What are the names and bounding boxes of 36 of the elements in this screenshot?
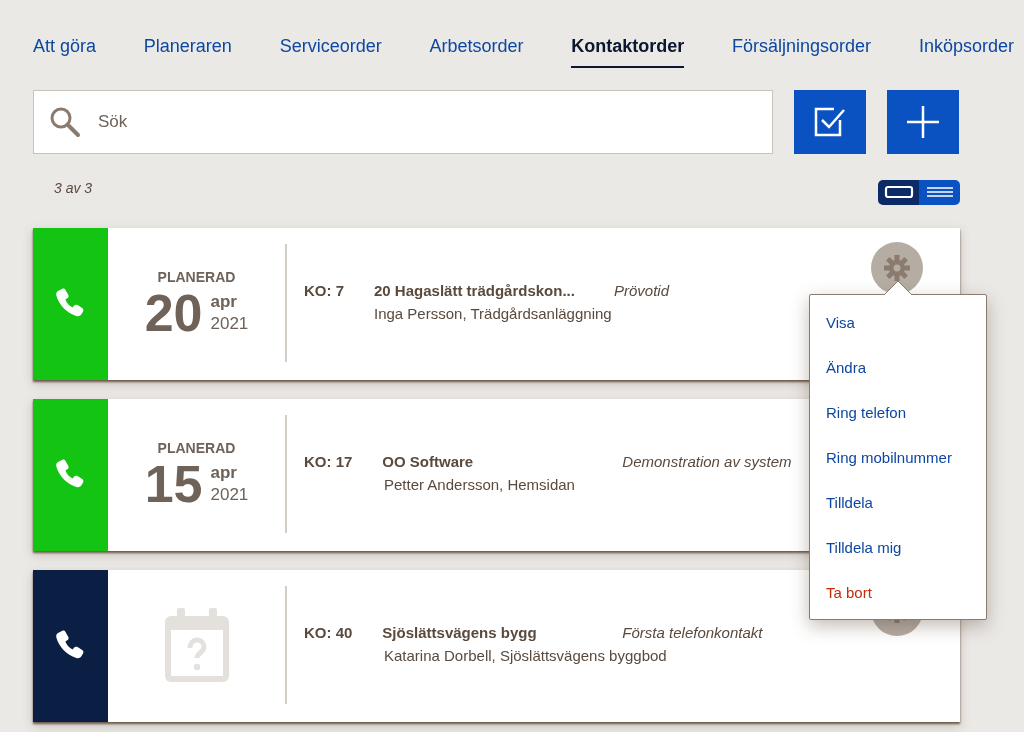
order-type: Demonstration av system xyxy=(622,453,792,470)
order-title: 20 Hagaslätt trädgårdskon... xyxy=(374,282,576,299)
tab[interactable]: Försäljningsorder xyxy=(732,30,872,68)
tab[interactable]: Att göra xyxy=(33,30,97,68)
date-day: 20 xyxy=(144,287,203,339)
date-month: apr xyxy=(210,290,238,313)
menu-item[interactable]: Ring telefon xyxy=(810,390,986,435)
order-number: KO: 7 xyxy=(304,282,344,299)
tab[interactable]: Planeraren xyxy=(143,30,232,68)
date-month: apr xyxy=(210,461,238,484)
menu-item[interactable]: Ring mobilnummer xyxy=(810,435,986,480)
status-label: PLANERAD xyxy=(157,440,236,456)
date-year: 2021 xyxy=(210,484,249,506)
order-title: OO Software xyxy=(382,453,475,470)
order-type: Första telefonkontakt xyxy=(622,624,763,641)
contact-name: Petter Andersson, Hemsidan xyxy=(384,476,575,493)
order-number: KO: 40 xyxy=(304,624,353,641)
contact-name: Inga Persson, Trädgårdsanläggning xyxy=(374,305,612,322)
tab[interactable]: Kontaktorder xyxy=(571,30,685,68)
result-count: 3 av 3 xyxy=(54,180,93,196)
date-year: 2021 xyxy=(210,313,249,335)
menu-item[interactable]: Tilldela xyxy=(810,480,986,525)
status-label: PLANERAD xyxy=(157,269,236,285)
order-title: Sjöslättsvägens bygg xyxy=(382,624,538,641)
date-day: 15 xyxy=(144,458,203,510)
menu-item[interactable]: Ändra xyxy=(810,345,986,390)
tab[interactable]: Inköpsorder xyxy=(918,30,1014,68)
tab[interactable]: Arbetsorder xyxy=(429,30,524,68)
contact-name: Katarina Dorbell, Sjöslättsvägens byggbod xyxy=(384,647,667,664)
search-field[interactable]: Sök xyxy=(33,90,773,154)
tab[interactable]: Serviceorder xyxy=(279,30,382,68)
order-number: KO: 17 xyxy=(304,453,353,470)
order-type: Prövotid xyxy=(614,282,670,299)
menu-item[interactable]: Tilldela mig xyxy=(810,525,986,570)
menu-item[interactable]: Visa xyxy=(810,300,986,345)
menu-item[interactable]: Ta bort xyxy=(810,570,986,615)
